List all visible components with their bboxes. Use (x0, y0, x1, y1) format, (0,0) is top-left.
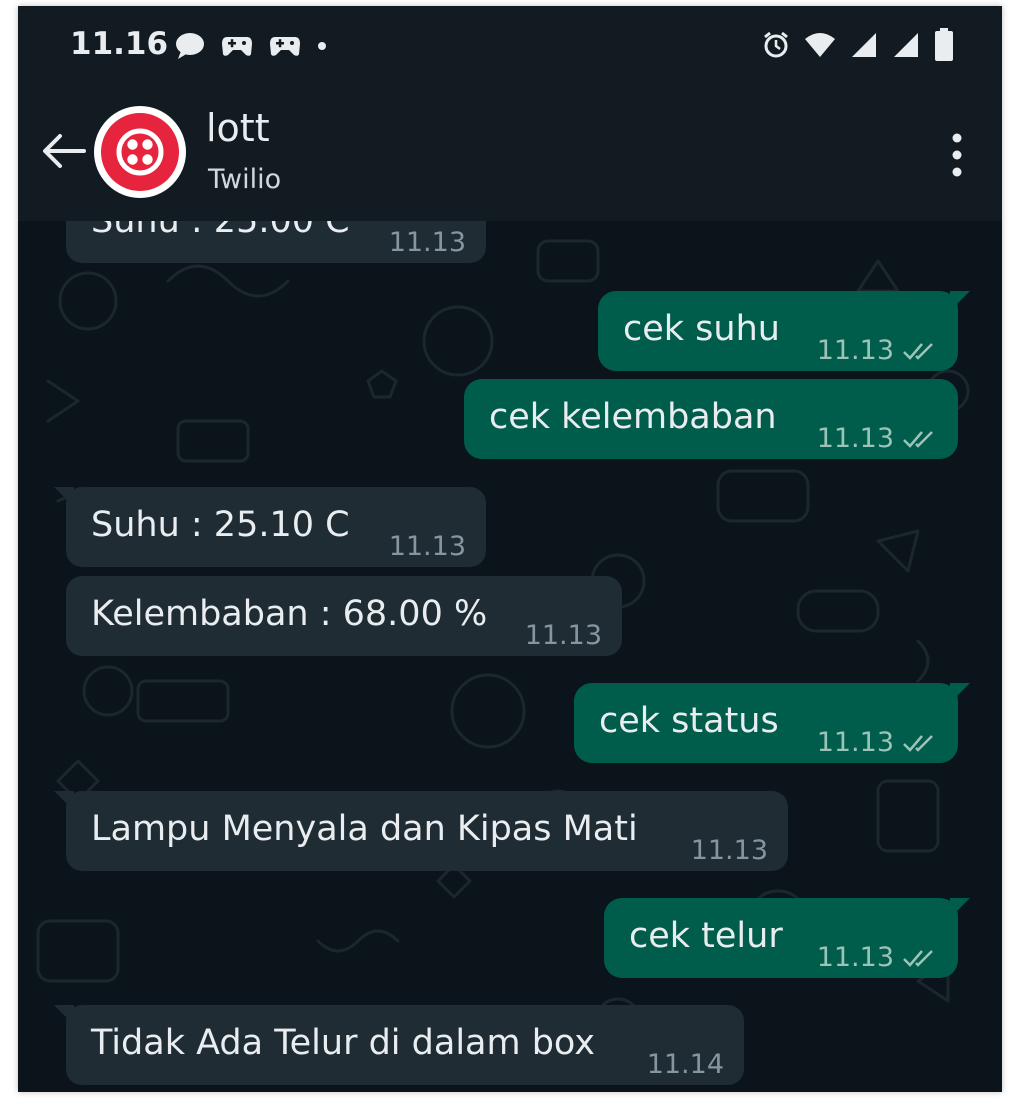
bubble-tail (54, 791, 74, 811)
bubble-tail (54, 487, 74, 507)
message-incoming[interactable]: Lampu Menyala dan Kipas Mati 11.13 (54, 791, 788, 871)
message-text: cek telur (629, 916, 783, 956)
bubble-tail (950, 683, 970, 703)
dot-icon (318, 42, 326, 50)
back-arrow-icon[interactable] (40, 131, 86, 171)
message-time: 11.13 (816, 423, 894, 454)
double-check-icon (903, 430, 933, 448)
message-time: 11.13 (388, 227, 466, 258)
message-text: Suhu : 25.10 C (91, 505, 350, 545)
message-outgoing[interactable]: cek kelembaban 11.13 (464, 379, 958, 459)
chat-bubble-icon (176, 33, 204, 59)
message-text: cek kelembaban (489, 397, 777, 437)
wifi-icon (805, 33, 835, 57)
message-time: 11.13 (816, 727, 894, 758)
chat-area[interactable]: Suhu : 25.00 C 11.13 cek suhu 11.13 cek … (18, 221, 1002, 1092)
message-time: 11.13 (816, 942, 894, 973)
chat-header: lott Twilio (18, 86, 1002, 221)
message-time: 11.13 (388, 531, 466, 562)
game-controller-icon (270, 37, 300, 56)
battery-icon (935, 28, 953, 61)
twilio-logo-icon (101, 113, 179, 191)
game-controller-icon (222, 37, 252, 56)
message-outgoing[interactable]: cek suhu 11.13 (598, 291, 970, 371)
message-text: Suhu : 25.00 C (91, 221, 350, 241)
system-icons (762, 28, 954, 62)
message-text: Kelembaban : 68.00 % (91, 594, 488, 634)
message-incoming[interactable]: Suhu : 25.10 C 11.13 (54, 487, 486, 567)
message-incoming[interactable]: Suhu : 25.00 C 11.13 (66, 221, 486, 263)
message-time: 11.13 (524, 620, 602, 651)
double-check-icon (903, 949, 933, 967)
alarm-icon (764, 31, 788, 58)
bubble-tail (54, 1005, 74, 1025)
avatar[interactable] (94, 106, 186, 198)
notification-icons (175, 32, 327, 60)
message-time: 11.13 (690, 835, 768, 866)
message-time: 11.13 (816, 335, 894, 366)
message-text: cek status (599, 701, 779, 741)
contact-name[interactable]: lott (206, 106, 270, 150)
bubble-tail (950, 291, 970, 311)
contact-subtitle: Twilio (208, 164, 282, 195)
signal-icon (894, 33, 918, 57)
status-bar: 11.16 (18, 6, 1002, 86)
double-check-icon (903, 734, 933, 752)
message-text: Lampu Menyala dan Kipas Mati (91, 809, 638, 849)
message-text: Tidak Ada Telur di dalam box (91, 1023, 595, 1063)
message-outgoing[interactable]: cek status 11.13 (574, 683, 970, 763)
more-options-icon[interactable] (950, 132, 964, 178)
message-outgoing[interactable]: cek telur 11.13 (604, 898, 970, 978)
phone-screen: 11.16 lott Twilio Suhu: 25.00 C 11.13 c… (18, 6, 1002, 1092)
message-time: 11.14 (646, 1049, 724, 1080)
signal-icon (852, 33, 876, 57)
message-text: cek suhu (623, 309, 780, 349)
bubble-tail (950, 898, 970, 918)
message-incoming[interactable]: Tidak Ada Telur di dalam box 11.14 (54, 1005, 744, 1085)
double-check-icon (903, 342, 933, 360)
message-incoming[interactable]: Kelembaban : 68.00 % 11.13 (66, 576, 622, 656)
status-time: 11.16 (70, 26, 169, 62)
